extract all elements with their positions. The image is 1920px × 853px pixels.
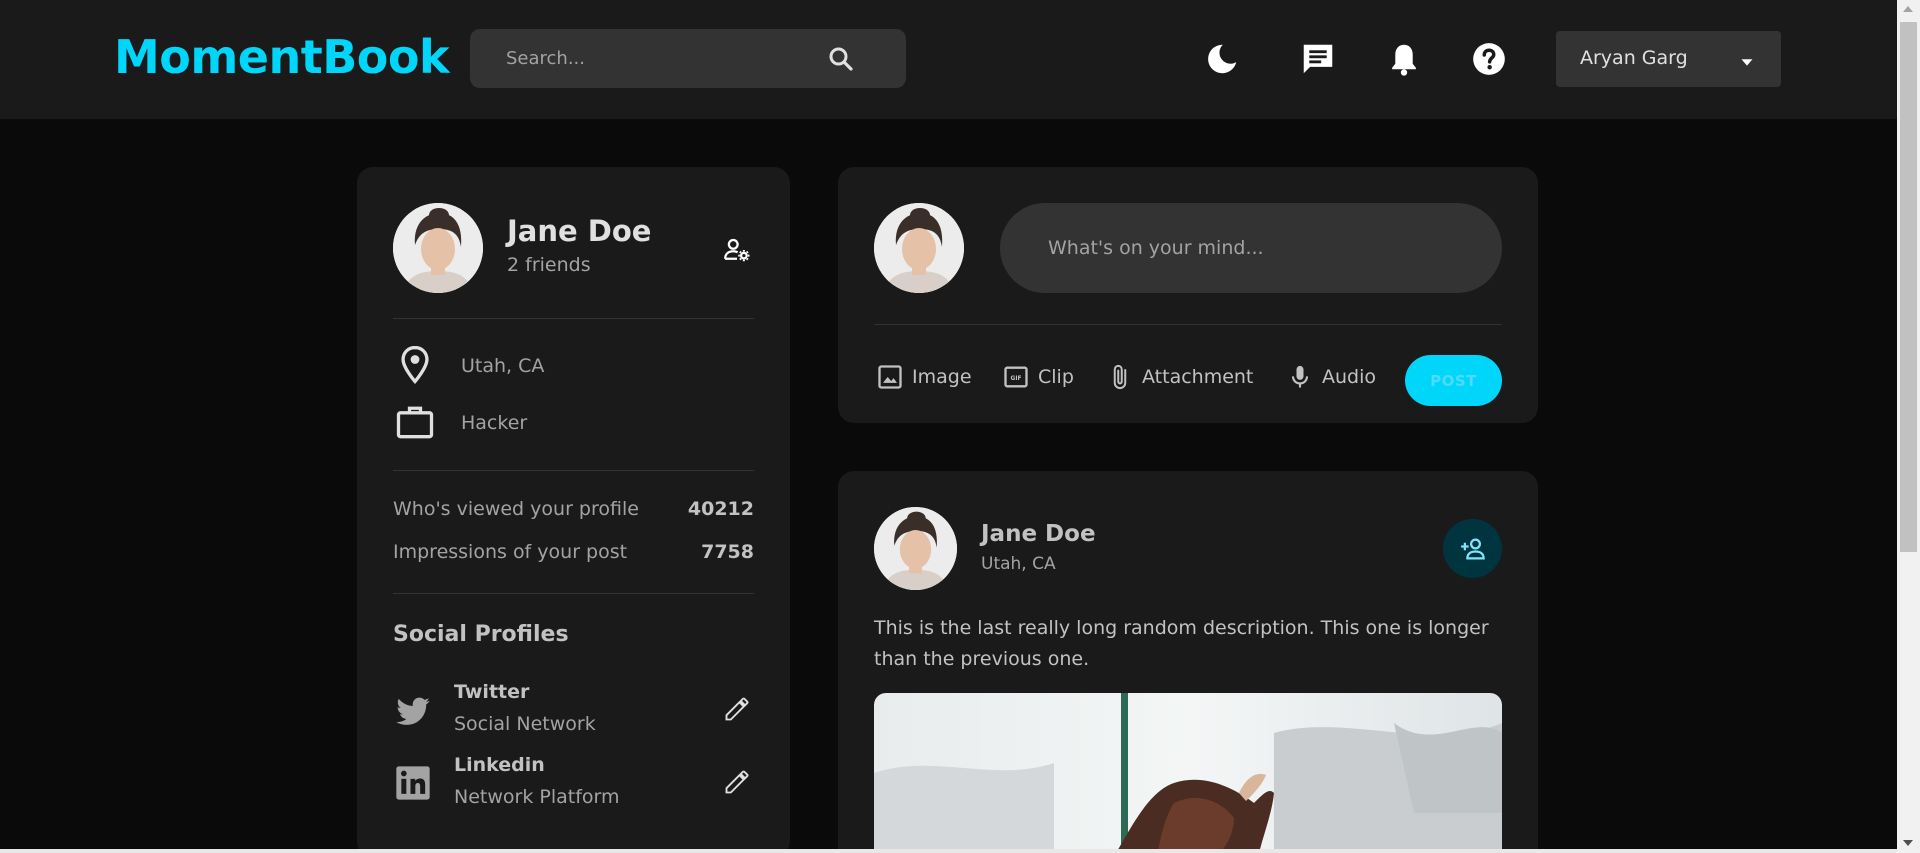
- user-name: Aryan Garg: [1580, 47, 1688, 69]
- divider: [874, 324, 1502, 325]
- divider: [393, 470, 754, 471]
- post-author-name[interactable]: Jane Doe: [981, 521, 1096, 547]
- audio-tool[interactable]: Audio: [1286, 362, 1386, 394]
- add-friend-button[interactable]: [1443, 519, 1502, 578]
- post-button[interactable]: POST: [1405, 355, 1502, 406]
- image-tool[interactable]: Image: [876, 362, 976, 394]
- post-card: Jane Doe Utah, CA This is the last reall…: [838, 471, 1538, 853]
- profile-avatar[interactable]: [393, 203, 483, 293]
- post-input[interactable]: [1000, 203, 1502, 293]
- navbar: MomentBook Aryan Garg: [0, 0, 1897, 119]
- social-profiles-title: Social Profiles: [393, 622, 569, 647]
- stat-label: Who's viewed your profile: [393, 498, 639, 520]
- stat-value: 40212: [687, 498, 754, 520]
- tool-label: Attachment: [1142, 366, 1254, 388]
- scrollbar-thumb[interactable]: [1900, 22, 1917, 552]
- social-name[interactable]: Linkedin: [454, 754, 545, 776]
- notification-icon[interactable]: [1385, 40, 1423, 78]
- tool-label: Audio: [1322, 366, 1377, 388]
- person-add-icon: [1461, 538, 1485, 560]
- scroll-up-icon[interactable]: [1903, 6, 1913, 12]
- post-image[interactable]: [874, 693, 1502, 853]
- friends-count: 2 friends: [507, 254, 591, 276]
- occupation-text: Hacker: [461, 412, 528, 434]
- social-name[interactable]: Twitter: [454, 681, 529, 703]
- search-icon[interactable]: [826, 44, 856, 74]
- user-select[interactable]: Aryan Garg: [1556, 31, 1781, 87]
- work-icon: [396, 406, 434, 439]
- manage-account-icon[interactable]: [722, 235, 752, 265]
- profile-name[interactable]: Jane Doe: [507, 214, 651, 248]
- edit-icon[interactable]: [723, 768, 751, 796]
- help-icon[interactable]: [1470, 40, 1508, 78]
- post-author-avatar[interactable]: [874, 507, 957, 590]
- tool-label: Image: [912, 366, 972, 388]
- image-icon: [878, 365, 902, 389]
- message-icon[interactable]: [1299, 40, 1337, 78]
- attachment-tool[interactable]: Attachment: [1106, 362, 1266, 394]
- create-post-card: Image GIF Clip Attachment Audio POST: [838, 167, 1538, 423]
- scroll-down-icon[interactable]: [1903, 840, 1913, 846]
- dark-mode-icon[interactable]: [1203, 40, 1241, 78]
- social-sub: Social Network: [454, 713, 596, 735]
- caret-down-icon: [1741, 59, 1753, 66]
- divider: [393, 318, 754, 319]
- post-description: This is the last really long random desc…: [874, 617, 1489, 670]
- profile-card: Jane Doe 2 friends Utah, CA Hacker Who's…: [357, 167, 790, 853]
- divider: [393, 593, 754, 594]
- location-icon: [401, 345, 429, 385]
- mic-icon: [1291, 365, 1309, 388]
- stat-value: 7758: [701, 541, 754, 563]
- post-location: Utah, CA: [981, 554, 1056, 574]
- social-sub: Network Platform: [454, 786, 620, 808]
- linkedin-icon: [396, 766, 430, 800]
- user-avatar: [874, 203, 964, 293]
- gif-icon: GIF: [1004, 366, 1028, 388]
- edit-icon[interactable]: [723, 695, 751, 723]
- tool-label: Clip: [1038, 366, 1074, 388]
- stat-label: Impressions of your post: [393, 541, 628, 563]
- clip-tool[interactable]: GIF Clip: [1002, 362, 1082, 394]
- bottom-strip: [0, 849, 1897, 853]
- search-input[interactable]: [506, 29, 826, 88]
- logo[interactable]: MomentBook: [114, 30, 450, 84]
- svg-text:GIF: GIF: [1011, 376, 1022, 382]
- attachment-icon: [1113, 364, 1127, 390]
- twitter-icon: [396, 697, 430, 725]
- location-text: Utah, CA: [461, 355, 545, 377]
